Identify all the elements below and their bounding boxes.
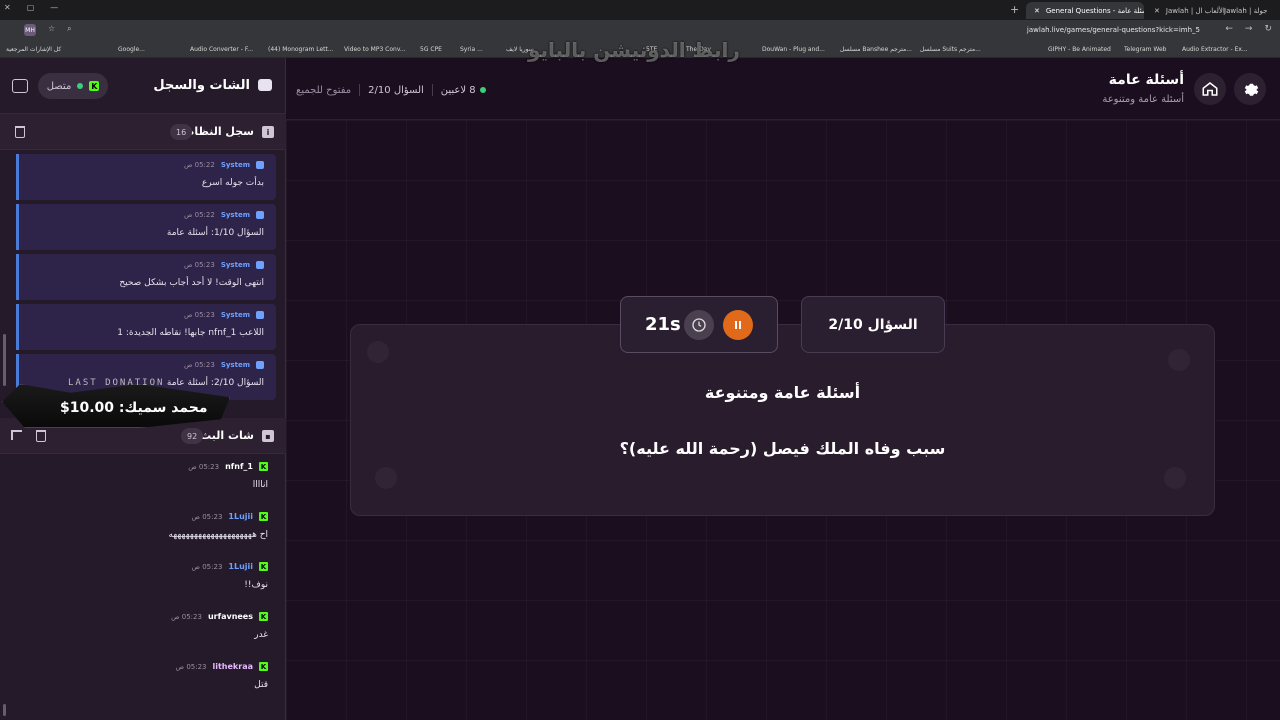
shield-icon <box>256 361 264 369</box>
bookmark-item[interactable]: Video to MP3 Conv... <box>344 46 406 53</box>
chat-icon <box>258 79 272 91</box>
donation-amount: محمد سميك: 10.00$ <box>60 400 208 416</box>
forward-icon[interactable]: → <box>1245 24 1253 34</box>
question-card: أسئلة عامة ومتنوعة سبب وفاه الملك فيصل (… <box>350 324 1215 516</box>
bookmark-item[interactable]: Audio Extractor - Ex... <box>1182 46 1248 53</box>
bookmark-all[interactable]: كل الإشارات المرجعية <box>6 46 61 53</box>
kick-icon: K <box>259 562 268 571</box>
game-mode: مفتوح للجميع <box>296 84 352 96</box>
tab-general-questions[interactable]: ✕ General Questions - أسئلة عامة <box>1026 2 1144 19</box>
shield-icon <box>256 261 264 269</box>
system-log-header: i سجل النظام 16 <box>0 114 286 150</box>
donation-label: LAST DONATION <box>68 378 165 388</box>
connection-status[interactable]: K متصل <box>38 73 108 99</box>
bookmark-item[interactable]: مسلسل Suits مترجم... <box>920 46 981 53</box>
sidebar-header: الشات والسجل K متصل <box>0 58 286 114</box>
close-window-icon[interactable]: ✕ <box>4 3 11 12</box>
decor-dot <box>367 341 389 363</box>
divider <box>431 84 433 96</box>
game-subtitle: أسئلة عامة ومتنوعة <box>1102 94 1184 105</box>
kick-icon: K <box>259 612 268 621</box>
pause-icon <box>735 321 741 329</box>
live-chat-list: Knfnf_1 05:23 ص اناااا K 1Lujii 05:23 ص اح … <box>0 454 286 720</box>
home-button[interactable] <box>1194 73 1226 105</box>
back-icon[interactable]: ← <box>1225 24 1233 34</box>
collapse-sidebar-icon[interactable] <box>12 79 28 93</box>
game-status-strip: 8 لاعبين السؤال 2/10 مفتوح للجميع <box>296 84 486 96</box>
toolbar-left: MH ☆ ⌕ <box>24 24 72 36</box>
kick-icon: K <box>259 512 268 521</box>
settings-button[interactable] <box>1234 73 1266 105</box>
new-tab-button[interactable]: + <box>1010 3 1019 16</box>
decor-dot <box>1164 467 1186 489</box>
list-item: System 05:22 ص السؤال 1/10: أسئلة عامة <box>16 204 276 250</box>
minimize-window-icon[interactable]: — <box>50 3 58 12</box>
question-progress: السؤال 2/10 <box>368 84 424 96</box>
bookmark-item[interactable]: Syria ... <box>460 46 483 53</box>
bookmark-item[interactable]: Telegram Web <box>1124 46 1166 53</box>
divider <box>359 84 361 96</box>
list-item: System 05:23 ص انتهى الوقت! لا أحد أجاب ب… <box>16 254 276 300</box>
decor-dot <box>1168 349 1190 371</box>
question-number-badge: السؤال 2/10 <box>801 296 945 353</box>
bookmark-item[interactable]: Audio Converter - F... <box>190 46 253 53</box>
donation-link-watermark: رابط الدونيشن بالبايو <box>528 38 740 62</box>
window-controls: ✕ ▢ — <box>4 3 58 12</box>
search-icon[interactable]: ⌕ <box>67 24 71 36</box>
decor-dot <box>375 467 397 489</box>
list-item: System 05:22 ص بدأت جوله اسرع <box>16 154 276 200</box>
close-tab-icon[interactable]: ✕ <box>1034 7 1040 15</box>
system-log-title: سجل النظام <box>186 125 254 138</box>
timer-seconds: 21s <box>645 314 681 335</box>
kick-icon: K <box>259 462 268 471</box>
kick-icon: K <box>89 81 100 91</box>
donation-overlay: LAST DONATION محمد سميك: 10.00$ <box>2 376 230 458</box>
clock-badge <box>684 310 714 340</box>
question-text: سبب وفاه الملك فيصل (رحمة الله عليه)؟ <box>619 439 946 458</box>
trash-icon[interactable] <box>15 126 25 138</box>
tab-jawlah[interactable]: Jawlah | جولة <box>1216 2 1280 19</box>
info-icon: i <box>262 126 274 138</box>
reload-icon[interactable]: ↻ <box>1264 24 1272 34</box>
game-title: أسئلة عامة <box>1108 72 1184 88</box>
url-field[interactable]: jawlah.live/games/general-questions?kick… <box>1027 26 1200 34</box>
star-icon[interactable]: ☆ <box>48 24 55 36</box>
browser-tabstrip: ✕ ▢ — + ✕ General Questions - أسئلة عامة… <box>0 0 1280 20</box>
players-count: 8 لاعبين <box>441 85 486 96</box>
bookmark-item[interactable]: Google... <box>118 46 145 53</box>
list-item: Kurfavnees 05:23 ص غدر <box>171 612 268 640</box>
live-chat-scrollbar[interactable] <box>3 704 6 716</box>
clock-icon <box>692 318 706 332</box>
list-item: Knfnf_1 05:23 ص اناااا <box>188 462 268 490</box>
list-item: K 1Lujii 05:23 ص اح ههههههههههههههههههههه <box>168 512 268 540</box>
kick-icon: K <box>259 662 268 671</box>
bookmark-item[interactable]: DouWan - Plug and... <box>762 46 825 53</box>
app-root: أسئلة عامة أسئلة عامة ومتنوعة 8 لاعبين ا… <box>0 58 1280 720</box>
shield-icon <box>256 311 264 319</box>
online-dot <box>479 86 486 93</box>
system-log-count: 16 <box>170 124 193 140</box>
bookmark-item[interactable]: 5G CPE <box>420 46 442 53</box>
gear-icon <box>1244 83 1259 96</box>
shield-icon <box>256 161 264 169</box>
nav-buttons: ← → ↻ <box>1225 24 1272 34</box>
timer-box: 21s <box>620 296 778 353</box>
profile-avatar[interactable]: MH <box>24 24 36 36</box>
bookmark-item[interactable]: GIPHY - Be Animated <box>1048 46 1111 53</box>
list-item: Klithekraa 05:23 ص قتل <box>175 662 268 690</box>
bookmark-item[interactable]: (44) Monogram Lett... <box>268 46 334 53</box>
close-tab-icon[interactable]: ✕ <box>1154 7 1160 15</box>
online-dot <box>77 83 84 89</box>
list-item: K 1Lujii 05:23 ص نوف!! <box>191 562 268 590</box>
shield-icon <box>256 211 264 219</box>
question-category: أسئلة عامة ومتنوعة <box>704 383 861 402</box>
sidebar-title: الشات والسجل <box>153 78 250 93</box>
bookmark-item[interactable]: مسلسل Banshee مترجم... <box>840 46 912 53</box>
maximize-window-icon[interactable]: ▢ <box>27 3 35 12</box>
list-item: System 05:23 ص اللاعب nfnf_1 جابها! نقاطه… <box>16 304 276 350</box>
home-icon <box>1202 82 1218 96</box>
pause-button[interactable] <box>723 310 753 340</box>
main-header: أسئلة عامة أسئلة عامة ومتنوعة 8 لاعبين ا… <box>286 58 1280 120</box>
chat-bubble-icon: ▪ <box>262 430 274 442</box>
